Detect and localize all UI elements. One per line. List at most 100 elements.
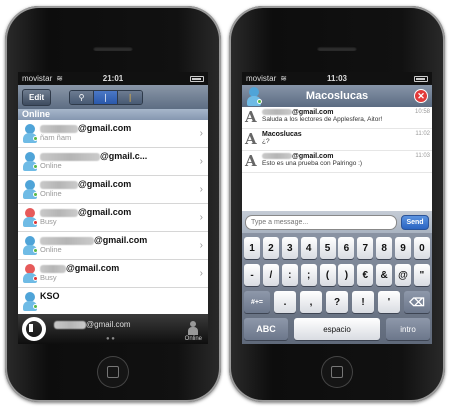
contact-status: Online <box>40 161 62 170</box>
keyboard-row-digits: 1 2 3 4 5 6 7 8 9 0 <box>244 237 430 259</box>
contact-email: @gmail.com <box>66 263 120 273</box>
key[interactable]: 0 <box>413 237 430 259</box>
contact-avatar-icon <box>22 292 38 312</box>
message-time: 10:58 <box>414 109 430 115</box>
contact-row[interactable]: @gmail.com Busy › <box>18 260 208 288</box>
key[interactable]: ( <box>319 264 336 286</box>
contact-avatar-icon <box>22 124 38 144</box>
battery-icon <box>190 75 204 82</box>
key[interactable]: ! <box>352 291 374 313</box>
tab-contacts-icon[interactable]: ❘ <box>94 90 119 104</box>
chevron-right-icon: › <box>199 128 203 139</box>
contact-avatar-icon <box>22 180 38 200</box>
own-status-button[interactable]: Online <box>185 321 202 342</box>
contact-email: @gmail.com <box>78 207 132 217</box>
own-email: @gmail.com <box>86 320 131 329</box>
key[interactable]: ; <box>300 264 317 286</box>
key[interactable]: ? <box>326 291 348 313</box>
right-phone: movistar ≋ 11:03 Macoslucas ✕ A @gmail.c… <box>229 6 445 402</box>
key[interactable]: 2 <box>262 237 279 259</box>
compose-bar: Send <box>242 211 432 233</box>
return-key[interactable]: intro <box>386 318 430 340</box>
chat-title: Macoslucas <box>305 90 369 102</box>
chevron-right-icon: › <box>199 184 203 195</box>
key[interactable]: & <box>376 264 393 286</box>
contact-avatar-icon <box>22 236 38 256</box>
more-symbols-key[interactable]: #+= <box>244 291 270 313</box>
key[interactable]: @ <box>395 264 411 286</box>
person-icon <box>188 321 199 335</box>
message-text: ¿? <box>262 138 270 145</box>
sender-icon: A <box>245 152 257 170</box>
clock: 11:03 <box>326 74 348 83</box>
chevron-right-icon: › <box>199 240 203 251</box>
left-phone: movistar ≋ 21:01 Edit ⚲ ❘ ❘ Online @gmai… <box>5 6 221 402</box>
key[interactable]: . <box>274 291 296 313</box>
contact-email: KSO <box>40 291 60 301</box>
key[interactable]: 8 <box>376 237 393 259</box>
message-item: A @gmail.com Esto es una prueba con Palr… <box>242 151 432 173</box>
keyboard: 1 2 3 4 5 6 7 8 9 0 - / : ; ( ) € & @ " … <box>242 233 432 344</box>
key[interactable]: / <box>262 264 279 286</box>
message-time: 11:03 <box>415 153 430 159</box>
message-text: Saluda a los lectores de Applesfera, Ait… <box>262 116 383 123</box>
key[interactable]: 3 <box>281 237 298 259</box>
contact-row[interactable]: KSO <box>18 288 208 316</box>
close-chat-button[interactable]: ✕ <box>414 89 428 103</box>
contact-status: Online <box>40 245 62 254</box>
contact-email: @gmail.com <box>78 123 132 133</box>
contact-row[interactable]: @gmail.com Busy › <box>18 204 208 232</box>
key[interactable]: 4 <box>300 237 317 259</box>
message-item: A Macoslucas ¿? 11:02 <box>242 129 432 151</box>
battery-icon <box>414 75 428 82</box>
key[interactable]: ' <box>378 291 400 313</box>
contacts-screen: movistar ≋ 21:01 Edit ⚲ ❘ ❘ Online @gmai… <box>18 72 208 344</box>
key[interactable]: 5 <box>319 237 336 259</box>
message-sender: @gmail.com <box>292 109 334 116</box>
contact-status: Online <box>40 189 62 198</box>
tab-favorites-icon[interactable]: ❘ <box>118 90 143 104</box>
space-key[interactable]: espacio <box>294 318 380 340</box>
keyboard-row-punctuation: #+= . , ? ! ' ⌫ <box>244 291 430 313</box>
backspace-key[interactable]: ⌫ <box>404 291 430 313</box>
contact-row[interactable]: @gmail.com Online › <box>18 232 208 260</box>
contact-row[interactable]: @gmail.com Online › <box>18 176 208 204</box>
message-time: 11:02 <box>415 131 430 137</box>
contact-avatar-icon <box>22 208 38 228</box>
key[interactable]: - <box>244 264 260 286</box>
speaker <box>93 46 133 51</box>
key[interactable]: 9 <box>395 237 411 259</box>
chat-screen: movistar ≋ 11:03 Macoslucas ✕ A @gmail.c… <box>242 72 432 344</box>
key[interactable]: ) <box>338 264 355 286</box>
home-button[interactable] <box>321 356 353 388</box>
contact-status: Busy <box>40 217 57 226</box>
sender-icon: A <box>245 130 257 148</box>
message-text: Esto es una prueba con Palringo :) <box>262 160 363 167</box>
contact-row[interactable]: @gmail.c... Online › <box>18 148 208 176</box>
toolbar: Edit ⚲ ❘ ❘ <box>18 85 208 109</box>
message-input[interactable] <box>245 214 397 230</box>
key[interactable]: 6 <box>338 237 355 259</box>
key[interactable]: € <box>357 264 374 286</box>
key[interactable]: " <box>413 264 430 286</box>
key[interactable]: 1 <box>244 237 260 259</box>
contact-email: @gmail.c... <box>100 151 148 161</box>
contact-avatar-icon <box>22 152 38 172</box>
edit-button[interactable]: Edit <box>22 88 52 106</box>
abc-key[interactable]: ABC <box>244 318 288 340</box>
key[interactable]: 7 <box>357 237 374 259</box>
keyboard-row-symbols: - / : ; ( ) € & @ " <box>244 264 430 286</box>
message-list: A @gmail.com Saluda a los lectores de Ap… <box>242 107 432 211</box>
own-status-label: Online <box>184 336 202 342</box>
home-button[interactable] <box>97 356 129 388</box>
key[interactable]: , <box>300 291 322 313</box>
send-button[interactable]: Send <box>401 214 429 230</box>
key[interactable]: : <box>281 264 298 286</box>
contact-row[interactable]: @gmail.com ñam ñam › <box>18 120 208 148</box>
chat-bubble-icon[interactable]: ⚲ <box>70 90 95 104</box>
clock: 21:01 <box>102 74 124 83</box>
status-bar: movistar ≋ 11:03 <box>242 72 432 85</box>
chat-header: Macoslucas ✕ <box>242 85 432 107</box>
sender-icon: A <box>245 108 257 126</box>
status-bar: movistar ≋ 21:01 <box>18 72 208 85</box>
